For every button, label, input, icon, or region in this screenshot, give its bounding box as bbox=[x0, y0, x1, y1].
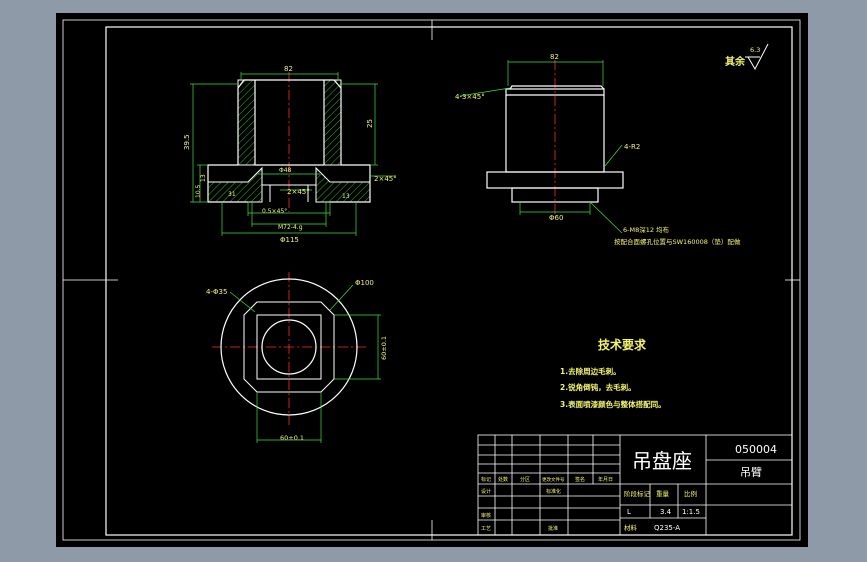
part-name: 吊盘座 bbox=[632, 449, 692, 473]
dim-phi48: Φ48 bbox=[279, 167, 292, 174]
dim-31: 31 bbox=[228, 191, 236, 198]
top-dim-bottom: 60±0.1 bbox=[280, 434, 304, 442]
requirement-1: 1.去除周边毛刺。 bbox=[560, 366, 621, 376]
dim-bottom-13: 13 bbox=[200, 174, 207, 182]
drawing-number: 050004 bbox=[735, 443, 777, 456]
dim-m72: M72-4.g bbox=[278, 224, 303, 231]
dim-inner-height: 25 bbox=[366, 119, 374, 128]
top-dim-side: 60±0.1 bbox=[380, 336, 388, 360]
requirement-3: 3.表面喷漆颜色与整体搭配同。 bbox=[560, 399, 666, 409]
dim-phi115: Φ115 bbox=[280, 236, 299, 244]
material-label: 材料 bbox=[624, 523, 638, 532]
col-header-6: 年月日 bbox=[598, 476, 613, 483]
approve-label: 批准 bbox=[548, 525, 558, 532]
stage-value-1: L bbox=[627, 508, 631, 516]
material-value: Q235-A bbox=[654, 524, 680, 532]
dim-chamfer-small: 0.5×45° bbox=[262, 208, 287, 215]
roughness-label: 其余 bbox=[725, 55, 746, 68]
col-header-4: 更改文件号 bbox=[542, 476, 565, 483]
side-dim-r2: 4-R2 bbox=[624, 143, 640, 151]
top-dim-phi100: Φ100 bbox=[355, 279, 374, 287]
std-label: 标准化 bbox=[546, 488, 561, 495]
stage-value-3: 1:1.5 bbox=[682, 508, 700, 516]
stage-header-1: 阶段标记 bbox=[624, 489, 651, 498]
row-label-review: 审核 bbox=[481, 512, 491, 519]
dim-top-width: 82 bbox=[284, 65, 293, 73]
drawing-sheet bbox=[56, 13, 808, 547]
roughness-value: 6.3 bbox=[750, 46, 760, 54]
dim-chamfer-right: 2×45° bbox=[374, 175, 397, 183]
dim-height-total: 39.5 bbox=[183, 134, 191, 150]
side-dim-phi60: Φ60 bbox=[549, 214, 563, 222]
col-header-5: 签名 bbox=[575, 476, 585, 483]
col-header-1: 标记 bbox=[481, 476, 491, 483]
dim-bottom-10-5: 10.5 bbox=[195, 184, 202, 198]
side-dim-chamfer: 4-3×45° bbox=[455, 93, 485, 101]
row-label-process: 工艺 bbox=[481, 526, 491, 532]
assembly-name: 吊臂 bbox=[740, 466, 762, 479]
col-header-3: 分区 bbox=[520, 476, 530, 483]
dim-chamfer-inner: 2×45° bbox=[287, 188, 310, 196]
row-label-design: 设计 bbox=[481, 488, 491, 495]
requirements-title: 技术要求 bbox=[598, 337, 647, 352]
side-dim-top: 82 bbox=[550, 53, 559, 61]
requirement-2: 2.锐角倒钝，去毛刺。 bbox=[560, 382, 636, 392]
side-note-line1: 6-M8深12 均布 bbox=[623, 225, 670, 234]
side-note-line2: 按配合面螺孔位置与SW160008（垫）配做 bbox=[614, 237, 741, 246]
col-header-2: 处数 bbox=[498, 476, 508, 483]
top-dim-holes: 4-Φ35 bbox=[206, 288, 227, 296]
cad-drawing-canvas: 82 39.5 25 13 10.5 Φ48 2×45° 2×45° 31 13… bbox=[56, 13, 808, 547]
stage-header-2: 重量 bbox=[656, 490, 670, 498]
dim-13-side: 13 bbox=[342, 193, 350, 200]
stage-value-2: 3.4 bbox=[660, 508, 672, 516]
stage-header-3: 比例 bbox=[684, 489, 697, 498]
